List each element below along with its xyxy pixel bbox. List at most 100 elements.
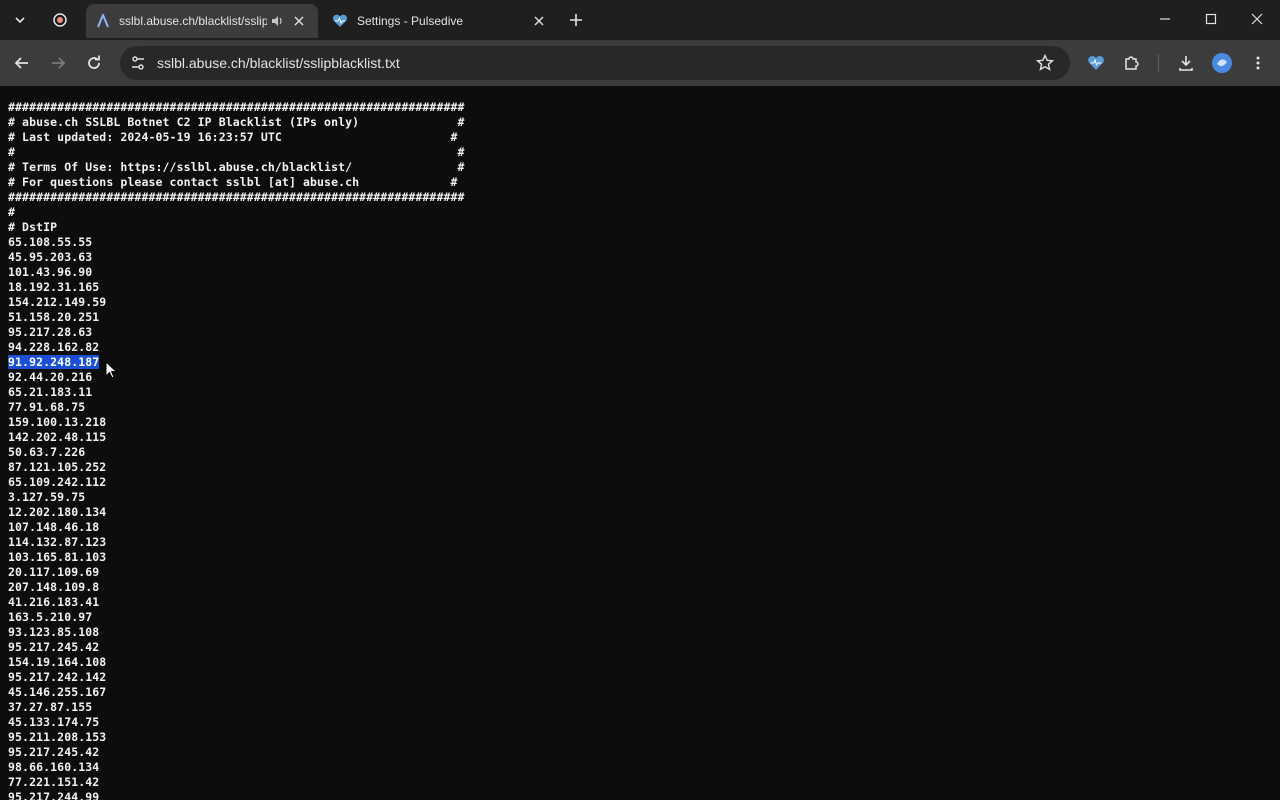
ip-text: 20.117.109.69 [8,565,100,579]
ip-entry: 103.165.81.103 [8,550,465,565]
ip-text: 51.158.20.251 [8,310,100,324]
browser-toolbar: sslbl.abuse.ch/blacklist/sslipblacklist.… [0,40,1280,86]
ip-entry: 207.148.109.8 [8,580,465,595]
speaker-icon [272,16,282,26]
tab-sslbl[interactable]: sslbl.abuse.ch/blacklist/sslip [86,4,318,38]
ip-text: 41.216.183.41 [8,595,100,609]
close-icon [294,16,304,26]
maximize-button[interactable] [1188,0,1234,38]
ip-entry: 154.19.164.108 [8,655,465,670]
ip-text: 3.127.59.75 [8,490,86,504]
ip-entry: 101.43.96.90 [8,265,465,280]
pulsedive-extension-button[interactable] [1080,47,1112,79]
ip-entry: 95.217.244.99 [8,790,465,800]
reload-button[interactable] [78,47,110,79]
ip-text: 207.148.109.8 [8,580,100,594]
back-button[interactable] [6,47,38,79]
record-icon [53,13,67,27]
ip-text: 101.43.96.90 [8,265,93,279]
ip-entry: 95.217.245.42 [8,745,465,760]
pulsedive-extension-icon [1088,56,1104,70]
ip-text: 65.108.55.55 [8,235,93,249]
tab-close-button[interactable] [290,12,308,30]
ip-text: 50.63.7.226 [8,445,86,459]
arrow-left-icon [14,57,28,69]
ip-entry: 95.217.28.63 [8,325,465,340]
header-line: # abuse.ch SSLBL Botnet C2 IP Blacklist … [8,115,465,129]
close-window-button[interactable] [1234,0,1280,38]
download-icon [1179,56,1193,71]
ip-text: 45.133.174.75 [8,715,100,729]
header-line: ########################################… [8,100,465,114]
ip-text: 45.146.255.167 [8,685,107,699]
forward-button[interactable] [42,47,74,79]
ip-entry: 91.92.248.187 [8,355,465,370]
star-icon[interactable] [1036,54,1054,72]
ip-text: 65.21.183.11 [8,385,93,399]
ip-text: 95.217.245.42 [8,745,100,759]
site-info-icon[interactable] [130,55,146,71]
ip-entry: 41.216.183.41 [8,595,465,610]
tab-close-button[interactable] [530,12,548,30]
ip-text: 103.165.81.103 [8,550,107,564]
ip-entry: 45.146.255.167 [8,685,465,700]
new-tab-button[interactable] [562,6,590,34]
ip-text: 91.92.248.187 [8,355,100,369]
minimize-button[interactable] [1142,0,1188,38]
ip-text: 37.27.87.155 [8,700,93,714]
plus-icon [570,14,582,26]
ip-entry: 77.221.151.42 [8,775,465,790]
recording-indicator[interactable] [46,6,74,34]
ip-text: 159.100.13.218 [8,415,107,429]
ip-text: 87.121.105.252 [8,460,107,474]
header-line: # Last updated: 2024-05-19 16:23:57 UTC … [8,130,458,144]
header-line: # [8,205,16,219]
ip-entry: 77.91.68.75 [8,400,465,415]
arrow-right-icon [52,57,66,69]
ip-entry: 50.63.7.226 [8,445,465,460]
ip-entry: 92.44.20.216 [8,370,465,385]
ip-entry: 45.133.174.75 [8,715,465,730]
ip-entry: 12.202.180.134 [8,505,465,520]
ip-text: 18.192.31.165 [8,280,100,294]
ip-text: 77.91.68.75 [8,400,86,414]
menu-button[interactable] [1242,47,1274,79]
ip-entry: 98.66.160.134 [8,760,465,775]
minimize-icon [1160,18,1170,20]
maximize-icon [1205,13,1217,25]
toolbar-divider [1158,54,1159,72]
puzzle-icon [1125,56,1139,70]
ip-text: 163.5.210.97 [8,610,93,624]
tab-title: sslbl.abuse.ch/blacklist/sslip [119,14,267,28]
address-bar[interactable]: sslbl.abuse.ch/blacklist/sslipblacklist.… [120,46,1070,80]
ip-text: 94.228.162.82 [8,340,100,354]
chevron-down-icon [15,17,25,24]
ip-text: 95.217.244.99 [8,790,100,800]
profile-button[interactable] [1206,47,1238,79]
ip-text: 65.109.242.112 [8,475,107,489]
ip-entry: 159.100.13.218 [8,415,465,430]
ip-text: 95.217.28.63 [8,325,93,339]
ip-entry: 45.95.203.63 [8,250,465,265]
ip-text: 12.202.180.134 [8,505,107,519]
ip-entry: 93.123.85.108 [8,625,465,640]
page-content: ########################################… [0,86,1280,800]
ip-text: 95.217.242.142 [8,670,107,684]
extensions-button[interactable] [1116,47,1148,79]
ip-text: 154.19.164.108 [8,655,107,669]
ip-entry: 87.121.105.252 [8,460,465,475]
ip-entry: 114.132.87.123 [8,535,465,550]
tab-search-button[interactable] [6,6,34,34]
ip-entry: 65.109.242.112 [8,475,465,490]
blacklist-text: ########################################… [8,100,465,800]
downloads-button[interactable] [1170,47,1202,79]
ip-text: 95.217.245.42 [8,640,100,654]
ip-list: 65.108.55.55 45.95.203.63 101.43.96.90 18.1… [8,235,465,800]
ip-entry: 94.228.162.82 [8,340,465,355]
column-header: # DstIP [8,220,58,234]
avatar [1212,53,1232,73]
ip-entry: 95.211.208.153 [8,730,465,745]
ip-entry: 107.148.46.18 [8,520,465,535]
tab-pulsedive[interactable]: Settings - Pulsedive [322,4,554,38]
ip-entry: 154.212.149.59 [8,295,465,310]
